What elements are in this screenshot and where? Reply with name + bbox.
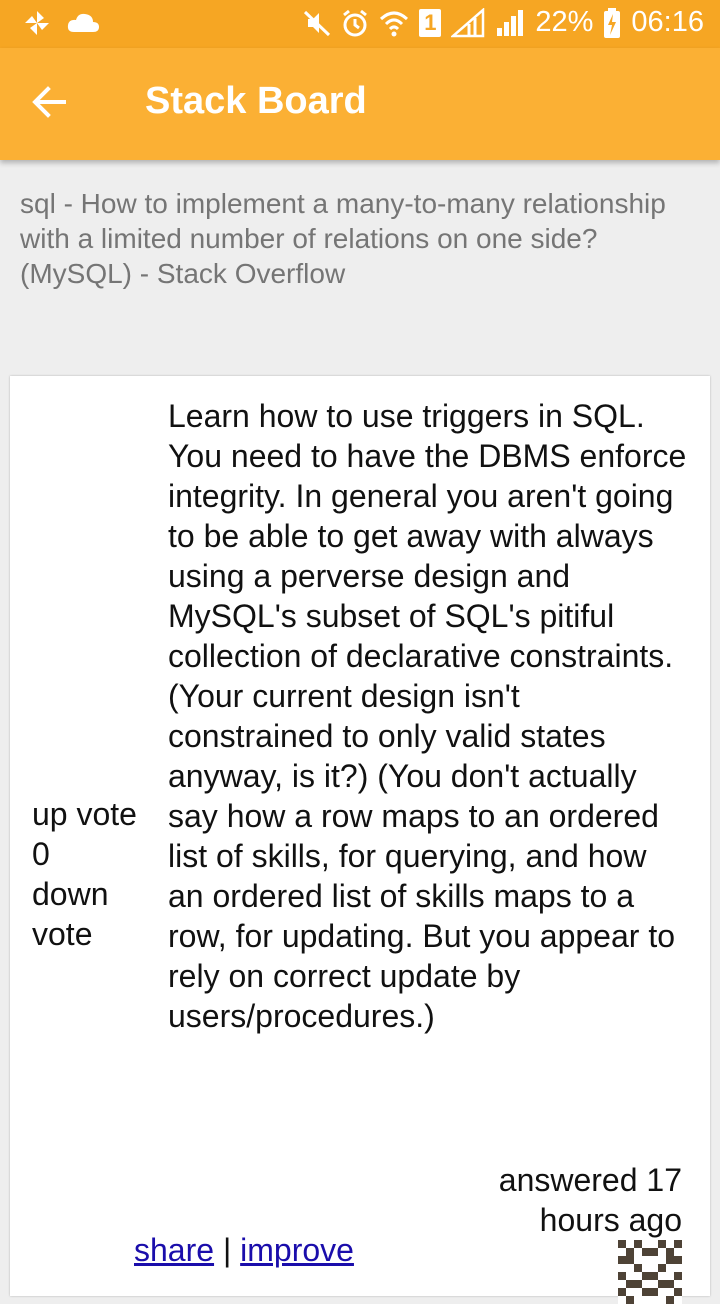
- page-title: sql - How to implement a many-to-many re…: [20, 188, 666, 289]
- status-time: 06:16: [631, 6, 704, 38]
- answer-card: up vote 0 down vote Learn how to use tri…: [10, 376, 710, 1304]
- answered-time: answered 17 hours ago: [498, 1162, 682, 1238]
- back-arrow-icon[interactable]: [30, 82, 70, 122]
- answer-body: Learn how to use triggers in SQL. You ne…: [168, 398, 687, 1034]
- cloud-icon: [67, 13, 99, 32]
- signal-2-icon: [497, 9, 524, 36]
- status-bar: 1 22% 06:16: [0, 0, 720, 48]
- vote-down-label[interactable]: down vote: [32, 874, 142, 954]
- alarm-icon: [343, 9, 368, 36]
- pinwheel-icon: [25, 11, 49, 35]
- battery-percent: 22%: [535, 6, 594, 38]
- mute-icon: [304, 10, 331, 36]
- vote-up-label[interactable]: up vote: [32, 794, 142, 834]
- share-link[interactable]: share: [134, 1232, 214, 1268]
- wifi-icon: [380, 11, 409, 36]
- post-menu: share | improve: [134, 1232, 354, 1269]
- avatar-identicon[interactable]: [618, 1240, 682, 1304]
- app-bar: Stack Board: [0, 48, 720, 160]
- link-separator: |: [222, 1232, 232, 1268]
- vote-score: 0: [32, 836, 50, 872]
- sim-icon: 1: [419, 8, 442, 37]
- battery-charging-icon: [604, 7, 621, 38]
- improve-link[interactable]: improve: [240, 1232, 354, 1268]
- signal-icon: [451, 7, 485, 37]
- app-title: Stack Board: [145, 80, 367, 122]
- vote-column: up vote 0 down vote: [32, 794, 142, 954]
